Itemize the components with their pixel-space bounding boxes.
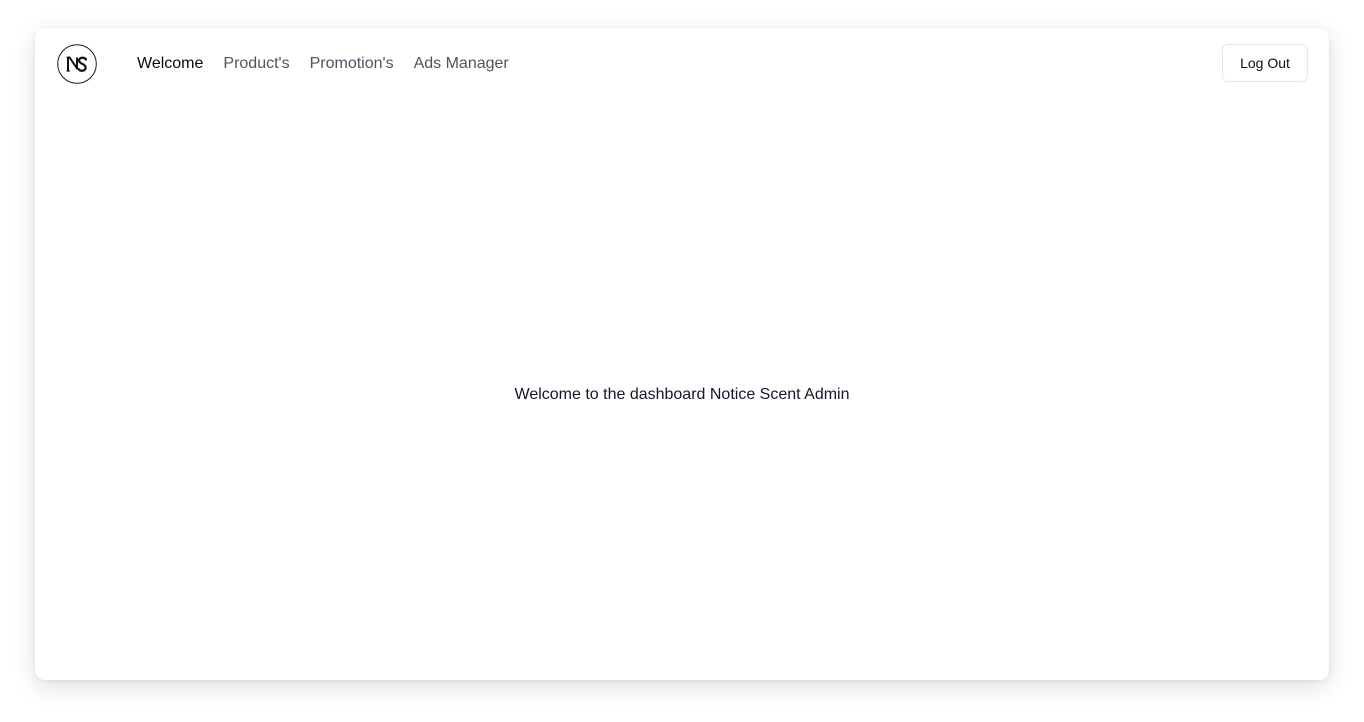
nav-item-promotions[interactable]: Promotion's (310, 52, 394, 76)
main-nav: Welcome Product's Promotion's Ads Manage… (137, 52, 529, 76)
logout-button[interactable]: Log Out (1222, 44, 1308, 82)
top-navbar: Welcome Product's Promotion's Ads Manage… (35, 28, 1329, 100)
brand-logo[interactable] (57, 44, 97, 84)
nav-item-ads-manager[interactable]: Ads Manager (414, 52, 509, 76)
nav-item-welcome[interactable]: Welcome (137, 52, 203, 76)
ns-logo-icon (57, 44, 97, 84)
dashboard-card: Welcome Product's Promotion's Ads Manage… (35, 28, 1329, 680)
nav-item-products[interactable]: Product's (223, 52, 289, 76)
welcome-message: Welcome to the dashboard Notice Scent Ad… (514, 386, 850, 403)
